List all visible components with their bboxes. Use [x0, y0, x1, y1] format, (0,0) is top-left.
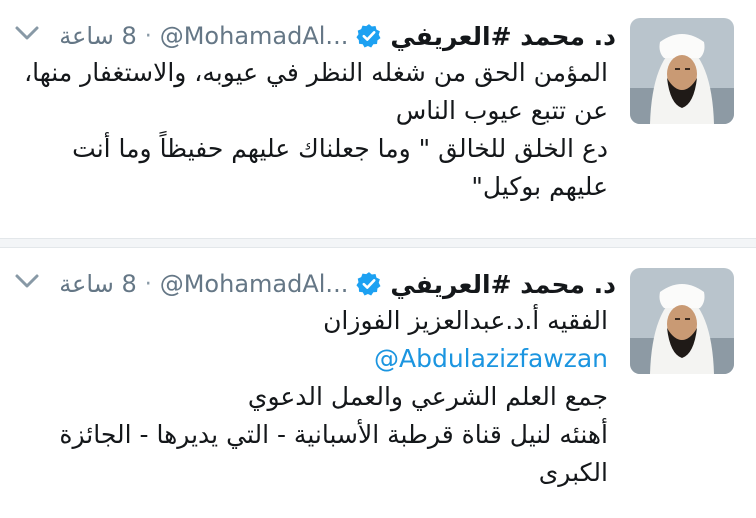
tweet-line: الكبرى [538, 458, 608, 487]
verified-badge-icon [356, 272, 381, 296]
author-name[interactable]: د. محمد #العريفي [390, 270, 616, 299]
tweet-line: أهنئه لنيل قناة قرطبة الأسبانية - التي ي… [59, 420, 608, 449]
author-handle[interactable]: @MohamadAl... [160, 270, 349, 298]
chevron-down-icon[interactable] [14, 24, 40, 42]
tweet-line: دع الخلق للخالق " وما جعلناك عليهم حفيظا… [72, 134, 608, 163]
author-handle[interactable]: @MohamadAl... [160, 22, 349, 50]
tweet-header: د. محمد #العريفي @MohamadAl... · 8 ساعة [59, 266, 616, 302]
tweet-text: المؤمن الحق من شغله النظر في عيوبه، والا… [14, 54, 608, 206]
timestamp[interactable]: 8 ساعة [59, 22, 137, 50]
tweet-line: عن تتبع عيوب الناس [395, 96, 608, 125]
separator-dot: · [144, 23, 152, 49]
chevron-down-icon[interactable] [14, 272, 40, 290]
separator-dot: · [144, 271, 152, 297]
tweet-line: المؤمن الحق من شغله النظر في عيوبه، والا… [24, 58, 608, 87]
mention-link[interactable]: @Abdulazizfawzan [14, 340, 608, 378]
tweet-line: الفقيه أ.د.عبدالعزيز الفوزان [323, 306, 608, 335]
tweet-text: الفقيه أ.د.عبدالعزيز الفوزان @Abdulazizf… [14, 302, 608, 492]
author-name[interactable]: د. محمد #العريفي [390, 22, 616, 51]
avatar[interactable] [630, 18, 734, 124]
tweet[interactable]: د. محمد #العريفي @MohamadAl... · 8 ساعة … [0, 0, 756, 238]
tweet-line: جمع العلم الشرعي والعمل الدعوي [247, 382, 608, 411]
tweet-divider [0, 238, 756, 248]
tweet[interactable]: د. محمد #العريفي @MohamadAl... · 8 ساعة … [0, 248, 756, 518]
tweet-line: عليهم بوكيل" [471, 172, 608, 201]
timestamp[interactable]: 8 ساعة [59, 270, 137, 298]
verified-badge-icon [356, 24, 381, 48]
avatar[interactable] [630, 268, 734, 374]
tweet-header: د. محمد #العريفي @MohamadAl... · 8 ساعة [59, 18, 616, 54]
